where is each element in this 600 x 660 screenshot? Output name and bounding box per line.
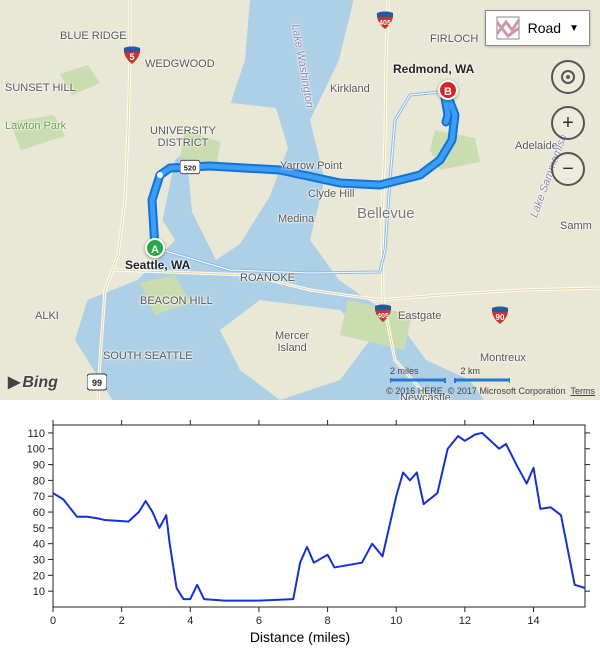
svg-text:50: 50 [33, 523, 45, 535]
map-type-selector[interactable]: Road ▼ [485, 10, 590, 46]
locate-button[interactable] [551, 60, 585, 94]
zoom-out-button[interactable]: − [551, 152, 585, 186]
svg-text:99: 99 [92, 378, 102, 388]
svg-text:10: 10 [390, 615, 402, 627]
waypoint-a[interactable]: A [145, 238, 165, 258]
svg-text:8: 8 [325, 615, 331, 627]
svg-text:0: 0 [50, 615, 56, 627]
waypoint-b-label: Redmond, WA [393, 62, 474, 76]
svg-text:90: 90 [33, 460, 45, 472]
chart-x-axis-label: Distance (miles) [250, 629, 350, 645]
svg-text:10: 10 [33, 586, 45, 598]
map-canvas[interactable]: BLUE RIDGE WEDGWOOD SUNSET HILL Lawton P… [0, 0, 600, 400]
shield-interstate: 405 [373, 303, 393, 323]
svg-text:12: 12 [459, 615, 471, 627]
svg-text:20: 20 [33, 570, 45, 582]
chevron-down-icon: ▼ [569, 23, 579, 34]
svg-text:4: 4 [187, 615, 193, 627]
svg-text:110: 110 [27, 428, 45, 440]
shield-interstate: 405 [375, 10, 395, 30]
scale-bar: 2 miles2 km [390, 366, 480, 376]
waypoint-label: A [151, 244, 159, 256]
waypoint-label: B [444, 86, 452, 98]
svg-text:405: 405 [379, 20, 391, 27]
terms-link[interactable]: Terms [571, 386, 596, 396]
shield-interstate: 90 [490, 305, 510, 325]
svg-text:520: 520 [184, 163, 197, 172]
svg-text:5: 5 [129, 52, 134, 62]
shield-state: 99 [87, 372, 107, 392]
zoom-in-button[interactable]: + [551, 106, 585, 140]
svg-text:405: 405 [377, 313, 389, 320]
attribution: © 2016 HERE, © 2017 Microsoft Corporatio… [386, 386, 595, 396]
waypoint-a-label: Seattle, WA [125, 258, 190, 272]
svg-text:70: 70 [33, 491, 45, 503]
svg-text:2: 2 [119, 615, 125, 627]
shield-interstate: 5 [122, 45, 142, 65]
map-type-label: Road [528, 20, 561, 36]
route-main [0, 0, 600, 400]
svg-text:60: 60 [33, 507, 45, 519]
bing-logo: ▶Bing [8, 372, 58, 392]
svg-text:100: 100 [27, 444, 45, 456]
waypoint-b[interactable]: B [438, 80, 458, 100]
map-type-icon [496, 16, 520, 40]
svg-text:30: 30 [33, 555, 45, 567]
elevation-chart: 10203040506070809010011002468101214 Elev… [5, 415, 595, 645]
svg-text:40: 40 [33, 539, 45, 551]
shield-state: 520 [180, 157, 200, 177]
svg-text:14: 14 [527, 615, 539, 627]
svg-text:90: 90 [496, 313, 505, 322]
svg-text:6: 6 [256, 615, 262, 627]
svg-text:80: 80 [33, 475, 45, 487]
